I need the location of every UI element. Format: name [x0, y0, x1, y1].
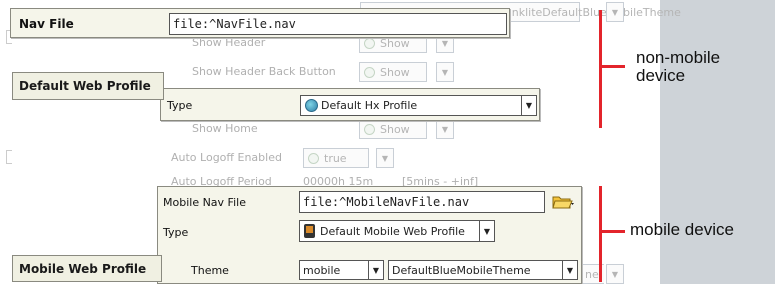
theme-name-dropdown[interactable]: DefaultBlueMobileTheme ▼ — [388, 260, 578, 280]
chevron-down-icon[interactable]: ▼ — [368, 261, 383, 279]
bg-label-show-home: Show Home — [192, 122, 258, 135]
theme-name-value: DefaultBlueMobileTheme — [392, 263, 531, 277]
nav-file-input[interactable]: file:^NavFile.nav — [169, 13, 507, 35]
mobile-phone-icon — [304, 224, 315, 238]
bg-top-arrow: ▼ — [606, 2, 624, 22]
chevron-down-icon[interactable]: ▼ — [562, 261, 577, 279]
mobile-web-profile-panel: Mobile Nav File file:^MobileNavFile.nav … — [157, 186, 582, 284]
bg-arrow: ▼ — [436, 62, 454, 82]
theme-dropdown[interactable]: mobile ▼ — [299, 260, 384, 280]
mobile-bracket-arm — [599, 230, 625, 233]
chevron-down-icon[interactable]: ▼ — [521, 96, 536, 115]
radio-icon — [364, 66, 375, 78]
chevron-down-icon[interactable]: ▼ — [479, 221, 494, 241]
folder-icon[interactable] — [552, 194, 574, 210]
bg-arrow: ▼ — [376, 148, 394, 168]
mobile-nav-file-label: Mobile Nav File — [163, 196, 246, 209]
radio-icon — [364, 37, 375, 49]
mobile-bracket-line — [599, 186, 602, 282]
radio-icon — [364, 123, 375, 135]
bg-value: Show — [380, 122, 410, 136]
faded-tab-edge — [6, 150, 12, 164]
globe-icon — [305, 99, 318, 112]
mobile-nav-file-input[interactable]: file:^MobileNavFile.nav — [299, 191, 545, 213]
bg-show-home-combo: Show — [359, 119, 427, 139]
non-mobile-bracket-line — [599, 10, 602, 128]
side-panel — [660, 0, 775, 284]
bg-auto-logoff-combo: true — [303, 148, 369, 168]
mobile-type-label: Type — [163, 226, 189, 239]
bg-label-auto-logoff-enabled: Auto Logoff Enabled — [171, 151, 282, 164]
bg-value: Show — [380, 65, 410, 79]
mobile-web-profile-tab[interactable]: Mobile Web Profile — [12, 255, 162, 282]
default-type-value: Default Hx Profile — [321, 99, 418, 112]
bg-show-back-combo: Show — [359, 62, 427, 82]
bg-value: true — [324, 151, 347, 165]
mobile-annotation: mobile device — [630, 220, 734, 239]
theme-value: mobile — [303, 263, 341, 277]
nav-file-panel: Nav File file:^NavFile.nav — [10, 8, 510, 38]
non-mobile-annotation-line2: device — [636, 66, 686, 85]
non-mobile-annotation-line1: non-mobile — [636, 48, 721, 67]
bg-label-show-header-back: Show Header Back Button — [192, 65, 336, 78]
default-type-dropdown[interactable]: Default Hx Profile ▼ — [300, 95, 537, 116]
bg-bottom-text: ne — [585, 267, 599, 281]
default-web-profile-tab[interactable]: Default Web Profile — [12, 72, 164, 100]
bg-top-theme-text: ankliteDefaultBlueMobileTheme — [505, 5, 681, 19]
bg-value: Show — [380, 36, 410, 50]
default-type-label: Type — [167, 99, 193, 112]
mobile-type-dropdown[interactable]: Default Mobile Web Profile ▼ — [299, 220, 495, 242]
default-web-profile-panel: Type Default Hx Profile ▼ — [160, 88, 540, 121]
bg-bottom-arrow: ▼ — [606, 264, 624, 284]
theme-label: Theme — [191, 264, 229, 277]
mobile-type-value: Default Mobile Web Profile — [320, 224, 465, 238]
non-mobile-bracket-arm — [599, 65, 625, 68]
nav-file-label: Nav File — [19, 17, 74, 31]
bg-arrow: ▼ — [436, 119, 454, 139]
radio-icon — [308, 152, 319, 164]
